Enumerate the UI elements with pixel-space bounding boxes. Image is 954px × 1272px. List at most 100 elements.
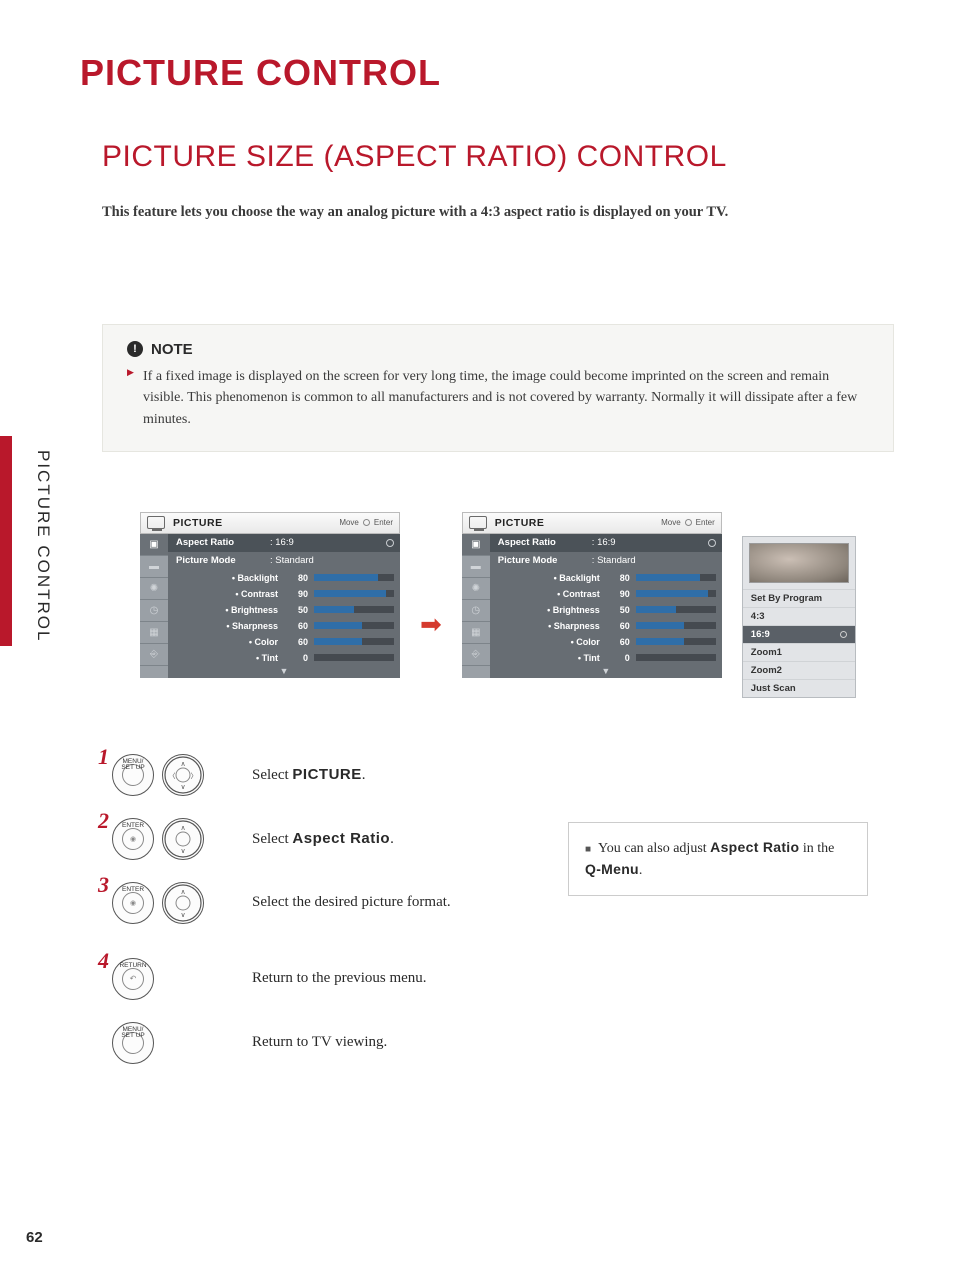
picture-icon: ▣ (462, 534, 490, 556)
osd-setting-label: • Backlight (176, 573, 284, 583)
popup-option-label: Just Scan (751, 683, 796, 694)
arrow-right-icon: ➡ (420, 610, 442, 640)
osd-setting-bar (636, 590, 716, 597)
osd-mode-value: : Standard (592, 555, 644, 566)
lock-icon: ⎆ (462, 644, 490, 666)
osd-setting-row[interactable]: • Tint 0 (168, 650, 400, 666)
osd-row: PICTURE Move Enter ▣ ▬ ✺ ◷ ▦ ⎆ (140, 512, 894, 698)
osd-setting-row[interactable]: • Contrast 90 (490, 586, 722, 602)
radio-icon (708, 539, 716, 547)
svg-text:∧: ∧ (180, 888, 185, 896)
osd-header-title: PICTURE (173, 517, 223, 529)
osd-header: PICTURE Move Enter (140, 512, 400, 534)
section-title: PICTURE SIZE (ASPECT RATIO) CONTROL (102, 140, 894, 174)
steps: 1 MENU/ SET UP ∧∨〈〉 Select PICTURE. 2 EN… (98, 754, 894, 1064)
osd-aspect-value: : 16:9 (592, 537, 644, 548)
radio-icon (386, 539, 394, 547)
button-label: RETURN (113, 963, 153, 970)
step-4: 4 RETURN ↶ Return to the previous menu. (98, 958, 894, 1000)
step-number: 2 (98, 808, 109, 834)
osd-setting-value: 0 (290, 653, 308, 663)
osd-setting-value: 90 (612, 589, 630, 599)
popup-option[interactable]: Just Scan (743, 679, 855, 697)
osd-setting-bar (636, 622, 716, 629)
osd-setting-label: • Contrast (498, 589, 606, 599)
return-button[interactable]: RETURN ↶ (112, 958, 154, 1000)
svg-text:〉: 〉 (191, 772, 198, 780)
svg-text:∨: ∨ (180, 847, 185, 855)
osd-setting-row[interactable]: • Sharpness60 (168, 618, 400, 634)
osd-setting-row[interactable]: • Color60 (168, 634, 400, 650)
menu-setup-button[interactable]: MENU/ SET UP (112, 754, 154, 796)
osd-setting-label: • Brightness (498, 605, 606, 615)
time-icon: ◷ (140, 600, 168, 622)
menu-setup-button[interactable]: MENU/ SET UP (112, 1022, 154, 1064)
svg-text:∨: ∨ (180, 783, 185, 791)
osd-aspect-row[interactable]: Aspect Ratio : 16:9 (168, 534, 400, 552)
svg-text:∧: ∧ (180, 760, 185, 768)
nav-pad-button[interactable]: ∧∨ (162, 818, 204, 860)
osd-sidebar: ▣ ▬ ✺ ◷ ▦ ⎆ (462, 534, 490, 678)
popup-option[interactable]: Zoom2 (743, 661, 855, 679)
osd-setting-row[interactable]: • Backlight80 (490, 570, 722, 586)
osd-mode-row[interactable]: Picture Mode : Standard (490, 552, 722, 570)
osd-sidebar: ▣ ▬ ✺ ◷ ▦ ⎆ (140, 534, 168, 678)
osd-setting-value: 60 (612, 621, 630, 631)
step-number: 1 (98, 744, 109, 770)
osd-mode-value: : Standard (270, 555, 322, 566)
step-extra: MENU/ SET UP Return to TV viewing. (112, 1022, 894, 1064)
osd-setting-value: 60 (612, 637, 630, 647)
osd-setting-row[interactable]: • Sharpness60 (490, 618, 722, 634)
step-1: 1 MENU/ SET UP ∧∨〈〉 Select PICTURE. (98, 754, 894, 796)
nav-pad-button[interactable]: ∧∨ (162, 882, 204, 924)
brightness-icon: ✺ (140, 578, 168, 600)
aspect-popup: Set By Program 4:3 16:9 Zoom1Zoom2 Just Scan (742, 536, 856, 698)
button-label: ENTER (113, 887, 153, 894)
osd-setting-value: 0 (612, 653, 630, 663)
osd-aspect-value: : 16:9 (270, 537, 322, 548)
osd-setting-row[interactable]: • Color60 (490, 634, 722, 650)
osd-setting-row[interactable]: • Tint0 (490, 650, 722, 666)
osd-setting-value: 60 (290, 637, 308, 647)
audio-icon: ▬ (140, 556, 168, 578)
svg-text:∧: ∧ (180, 824, 185, 832)
osd-setting-row[interactable]: • Brightness 50 (490, 602, 722, 618)
osd-setting-label: • Contrast (176, 589, 284, 599)
popup-option[interactable]: Set By Program (743, 589, 855, 607)
osd-aspect-label: Aspect Ratio (498, 537, 586, 548)
popup-option-label: 4:3 (751, 611, 765, 622)
osd-setting-row[interactable]: • Brightness 50 (168, 602, 400, 618)
osd-setting-row[interactable]: • Backlight80 (168, 570, 400, 586)
osd-setting-bar (314, 638, 394, 645)
osd-aspect-row[interactable]: Aspect Ratio : 16:9 (490, 534, 722, 552)
page-title: PICTURE CONTROL (80, 52, 894, 94)
preview-thumbnail (749, 543, 849, 583)
popup-option-label: 16:9 (751, 629, 770, 640)
svg-text:∨: ∨ (180, 911, 185, 919)
osd-setting-value: 80 (612, 573, 630, 583)
osd-move-label: Move (661, 518, 681, 527)
osd-setting-value: 50 (290, 605, 308, 615)
nav-pad-button[interactable]: ∧ ∨ 〈 〉 (162, 754, 204, 796)
intro-text: This feature lets you choose the way an … (102, 202, 894, 224)
osd-mode-row[interactable]: Picture Mode : Standard (168, 552, 400, 570)
osd-aspect-label: Aspect Ratio (176, 537, 264, 548)
enter-button[interactable]: ENTER ◉ (112, 882, 154, 924)
osd-setting-value: 50 (612, 605, 630, 615)
osd-setting-bar (636, 638, 716, 645)
option-icon: ▦ (462, 622, 490, 644)
enter-button[interactable]: ENTER ◉ (112, 818, 154, 860)
popup-option[interactable]: Zoom1 (743, 643, 855, 661)
osd-setting-bar (636, 574, 716, 581)
osd-setting-label: • Brightness (176, 605, 284, 615)
popup-option[interactable]: 16:9 (743, 625, 855, 643)
osd-setting-label: • Tint (176, 653, 284, 663)
osd-mode-label: Picture Mode (498, 555, 586, 566)
page-number: 62 (26, 1229, 43, 1246)
step-number: 4 (98, 948, 109, 974)
popup-option[interactable]: 4:3 (743, 607, 855, 625)
note-heading-label: NOTE (151, 341, 193, 358)
osd-setting-row[interactable]: • Contrast90 (168, 586, 400, 602)
osd-header: PICTURE Move Enter (462, 512, 722, 534)
svg-text:〈: 〈 (169, 772, 176, 780)
